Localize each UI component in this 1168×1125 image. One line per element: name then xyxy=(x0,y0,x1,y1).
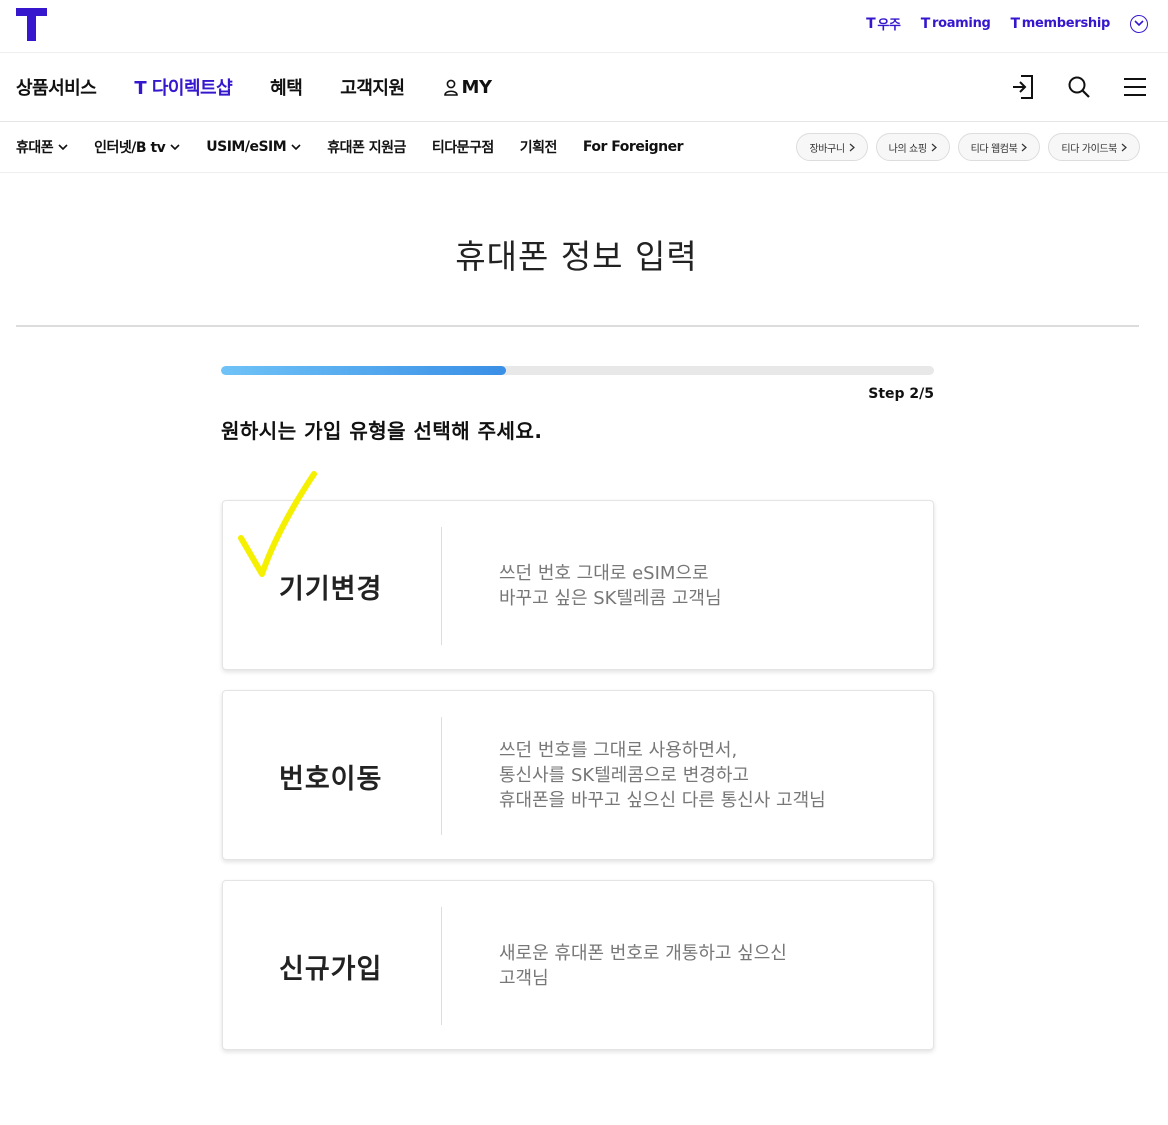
sub-item-tida-store[interactable]: 티다문구점 xyxy=(432,137,494,157)
chevron-right-icon xyxy=(1121,143,1127,151)
pill-cart[interactable]: 장바구니 xyxy=(796,133,868,161)
gnb-item-support[interactable]: 고객지원 xyxy=(340,74,405,100)
step-indicator: Step 2/5 xyxy=(868,386,934,402)
checkmark-icon xyxy=(238,471,317,577)
pill-label: 나의 쇼핑 xyxy=(888,143,927,155)
desc-line: 쓰던 번호 그대로 eSIM으로 xyxy=(499,563,709,584)
desc-line: 쓰던 번호를 그대로 사용하면서, xyxy=(499,740,738,761)
option-description: 쓰던 번호를 그대로 사용하면서, 통신사를 SK텔레콤으로 변경하고 휴대폰을… xyxy=(499,738,919,813)
card-divider xyxy=(441,907,442,1025)
sub-menu: 휴대폰 인터넷/B tv USIM/eSIM 휴대폰 지원금 티다문구점 기획전… xyxy=(16,137,684,157)
chevron-down-icon xyxy=(170,143,180,150)
sub-item-for-foreigner[interactable]: For Foreigner xyxy=(583,139,684,155)
gnb-item-benefits[interactable]: 혜택 xyxy=(270,74,303,100)
option-description: 새로운 휴대폰 번호로 개통하고 싶으신 고객님 xyxy=(499,941,919,991)
top-link-uju[interactable]: T 우주 xyxy=(866,14,901,34)
sub-navigation: 휴대폰 인터넷/B tv USIM/eSIM 휴대폰 지원금 티다문구점 기획전… xyxy=(0,123,1168,173)
sub-item-internet-btv[interactable]: 인터넷/B tv xyxy=(94,137,180,157)
option-card-number-portability[interactable]: 번호이동 쓰던 번호를 그대로 사용하면서, 통신사를 SK텔레콤으로 변경하고… xyxy=(222,690,934,860)
top-link-roaming[interactable]: Troaming xyxy=(921,16,991,32)
gnb-item-products[interactable]: 상품서비스 xyxy=(16,74,97,100)
sub-item-label: 휴대폰 xyxy=(16,140,54,156)
top-link-label: 우주 xyxy=(877,18,901,33)
desc-line: 휴대폰을 바꾸고 싶으신 다른 통신사 고객님 xyxy=(499,790,826,811)
sub-item-usim-esim[interactable]: USIM/eSIM xyxy=(206,139,301,155)
pill-label: 티다 웹컴북 xyxy=(970,143,1018,155)
sub-item-phone[interactable]: 휴대폰 xyxy=(16,137,68,157)
desc-line: 바꾸고 싶은 SK텔레콤 고객님 xyxy=(499,588,722,609)
pill-my-shopping[interactable]: 나의 쇼핑 xyxy=(875,133,950,161)
option-description: 쓰던 번호 그대로 eSIM으로 바꾸고 싶은 SK텔레콤 고객님 xyxy=(499,561,919,611)
gnb-icons xyxy=(1010,74,1148,100)
chevron-down-circle-icon[interactable] xyxy=(1130,14,1148,33)
top-links: T 우주 Troaming Tmembership xyxy=(866,14,1148,33)
pill-guide-book[interactable]: 티다 가이드북 xyxy=(1048,133,1140,161)
chevron-down-icon xyxy=(58,143,68,150)
option-card-new-subscription[interactable]: 신규가입 새로운 휴대폰 번호로 개통하고 싶으신 고객님 xyxy=(222,880,934,1050)
question-text: 원하시는 가입 유형을 선택해 주세요. xyxy=(221,419,543,443)
desc-line: 고객님 xyxy=(499,968,549,989)
sub-item-subsidy[interactable]: 휴대폰 지원금 xyxy=(327,137,406,157)
progress-bar xyxy=(221,366,934,375)
card-divider xyxy=(441,527,442,645)
gnb-item-my[interactable]: MY xyxy=(443,77,492,98)
title-divider xyxy=(16,325,1139,327)
sub-item-label: 인터넷/B tv xyxy=(94,140,166,156)
sub-item-promotions[interactable]: 기획전 xyxy=(520,137,558,157)
card-divider xyxy=(441,717,442,835)
top-link-membership[interactable]: Tmembership xyxy=(1010,15,1111,32)
gnb-item-direct-shop[interactable]: T 다이렉트샵 xyxy=(134,74,232,100)
search-icon[interactable] xyxy=(1066,74,1092,100)
user-icon xyxy=(443,79,458,96)
page-title: 휴대폰 정보 입력 xyxy=(455,237,698,276)
pill-welcome-book[interactable]: 티다 웹컴북 xyxy=(957,133,1041,161)
desc-line: 통신사를 SK텔레콤으로 변경하고 xyxy=(499,765,749,786)
desc-line: 새로운 휴대폰 번호로 개통하고 싶으신 xyxy=(499,943,787,964)
option-title: 신규가입 xyxy=(279,954,383,985)
t-logo[interactable] xyxy=(16,8,47,41)
option-title: 번호이동 xyxy=(279,764,383,795)
pill-label: 티다 가이드북 xyxy=(1061,143,1117,155)
gnb-menu: 상품서비스 T 다이렉트샵 혜택 고객지원 MY xyxy=(16,74,492,100)
option-card-device-change[interactable]: 기기변경 쓰던 번호 그대로 eSIM으로 바꾸고 싶은 SK텔레콤 고객님 xyxy=(222,500,934,670)
t-mark: T xyxy=(1010,15,1021,32)
top-utility-bar: T 우주 Troaming Tmembership xyxy=(0,0,1168,53)
hamburger-menu-icon[interactable] xyxy=(1122,74,1148,100)
quick-pills: 장바구니 나의 쇼핑 티다 웹컴북 티다 가이드북 xyxy=(796,133,1140,161)
top-link-label: membership xyxy=(1021,16,1111,31)
login-icon[interactable] xyxy=(1010,74,1036,100)
chevron-right-icon xyxy=(849,143,855,151)
progress-fill xyxy=(221,366,507,375)
t-mark: T xyxy=(866,15,876,32)
main-navigation: 상품서비스 T 다이렉트샵 혜택 고객지원 MY xyxy=(0,54,1168,122)
top-link-label: roaming xyxy=(931,16,991,31)
chevron-right-icon xyxy=(1022,143,1028,151)
gnb-item-my-label: MY xyxy=(461,76,492,98)
t-mark: T xyxy=(920,15,931,32)
pill-label: 장바구니 xyxy=(809,143,845,155)
sub-item-label: USIM/eSIM xyxy=(206,139,287,155)
chevron-right-icon xyxy=(931,143,937,151)
chevron-down-icon xyxy=(291,143,301,150)
